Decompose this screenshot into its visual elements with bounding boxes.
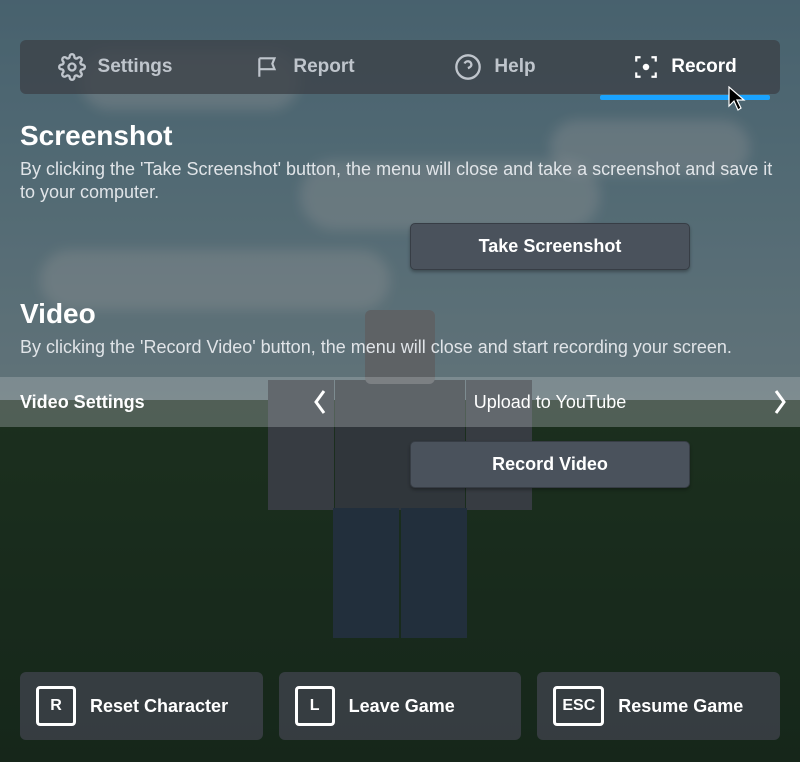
button-label: Leave Game xyxy=(349,696,455,717)
video-settings-selector: Video Settings Upload to YouTube xyxy=(0,377,800,427)
button-label: Resume Game xyxy=(618,696,743,717)
key-badge: R xyxy=(36,686,76,726)
screenshot-desc: By clicking the 'Take Screenshot' button… xyxy=(20,158,780,205)
tab-record[interactable]: Record xyxy=(590,40,780,94)
tab-help[interactable]: Help xyxy=(400,40,590,94)
video-settings-label: Video Settings xyxy=(0,392,300,413)
screenshot-title: Screenshot xyxy=(20,120,780,152)
tab-report[interactable]: Report xyxy=(210,40,400,94)
selector-next-button[interactable] xyxy=(760,389,800,415)
tab-label: Settings xyxy=(98,56,173,78)
video-settings-value: Upload to YouTube xyxy=(340,392,760,413)
key-badge: ESC xyxy=(553,686,604,726)
button-label: Reset Character xyxy=(90,696,228,717)
leave-game-button[interactable]: L Leave Game xyxy=(279,672,522,740)
tab-settings[interactable]: Settings xyxy=(20,40,210,94)
chevron-right-icon xyxy=(772,389,788,415)
reset-character-button[interactable]: R Reset Character xyxy=(20,672,263,740)
gear-icon xyxy=(58,53,86,81)
help-icon xyxy=(454,53,482,81)
flag-icon xyxy=(255,54,281,80)
bottom-bar: R Reset Character L Leave Game ESC Resum… xyxy=(20,672,780,740)
record-icon xyxy=(633,54,659,80)
take-screenshot-button[interactable]: Take Screenshot xyxy=(410,223,690,270)
video-desc: By clicking the 'Record Video' button, t… xyxy=(20,336,780,359)
chevron-left-icon xyxy=(312,389,328,415)
tab-label: Report xyxy=(293,56,354,78)
tab-bar: Settings Report Help Record xyxy=(20,40,780,94)
tab-label: Record xyxy=(671,56,736,78)
resume-game-button[interactable]: ESC Resume Game xyxy=(537,672,780,740)
selector-prev-button[interactable] xyxy=(300,389,340,415)
video-title: Video xyxy=(20,298,780,330)
record-video-button[interactable]: Record Video xyxy=(410,441,690,488)
key-badge: L xyxy=(295,686,335,726)
tab-label: Help xyxy=(494,56,535,78)
